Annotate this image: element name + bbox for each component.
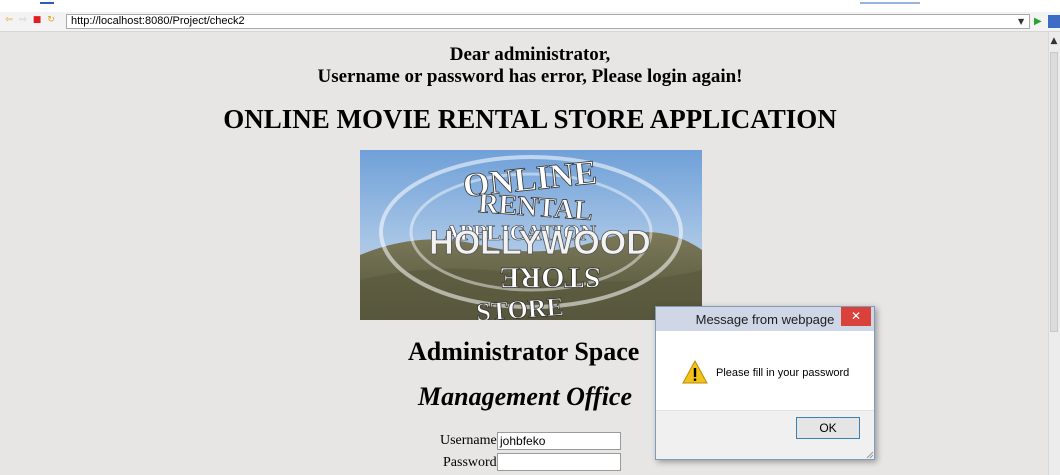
window-top-strip <box>0 0 1060 12</box>
menu-icon[interactable] <box>1048 15 1060 28</box>
close-icon[interactable]: ✕ <box>841 307 871 326</box>
greeting-line: Dear administrator, <box>449 44 611 65</box>
dialog-message: Please fill in your password <box>716 367 850 379</box>
resize-grip-icon[interactable] <box>866 451 874 459</box>
stop-icon[interactable]: ■ <box>32 15 42 25</box>
alert-dialog: Message from webpage ✕ Please fill in yo… <box>655 306 875 460</box>
address-bar[interactable]: http://localhost:8080/Project/check2 <box>66 14 1030 29</box>
password-input[interactable] <box>497 453 621 471</box>
section-subheading: Management Office <box>418 382 632 411</box>
forward-arrow-icon[interactable]: ⇨ <box>18 15 28 25</box>
browser-toolbar: ⇦ ⇨ ■ ↻ http://localhost:8080/Project/ch… <box>0 12 1060 32</box>
tab-indicator <box>860 2 920 4</box>
svg-text:STORE: STORE <box>475 292 564 320</box>
svg-text:HOLLYWOOD: HOLLYWOOD <box>429 224 651 262</box>
back-arrow-icon[interactable]: ⇦ <box>4 15 14 25</box>
username-label: Username <box>440 433 497 448</box>
password-label: Password <box>443 455 497 470</box>
ok-button[interactable]: OK <box>796 417 860 439</box>
scrollbar-thumb[interactable] <box>1050 52 1058 332</box>
svg-text:STORE: STORE <box>499 261 600 294</box>
error-message: Dear administrator, Username or password… <box>0 44 1060 88</box>
tab-indicator <box>40 2 54 4</box>
page-title: ONLINE MOVIE RENTAL STORE APPLICATION <box>223 104 837 134</box>
go-icon[interactable]: ▶ <box>1034 16 1042 27</box>
dialog-title-bar[interactable]: Message from webpage ✕ <box>656 307 874 331</box>
error-line: Username or password has error, Please l… <box>317 66 743 87</box>
refresh-icon[interactable]: ↻ <box>46 15 56 25</box>
dropdown-icon[interactable]: ▼ <box>1018 17 1028 27</box>
hollywood-banner-image: ONLINE RENTAL APPLICATION HOLLYWOOD STOR… <box>360 150 702 320</box>
warning-icon <box>682 359 708 384</box>
section-heading: Administrator Space <box>408 337 640 366</box>
username-input[interactable]: johbfeko <box>497 432 621 450</box>
